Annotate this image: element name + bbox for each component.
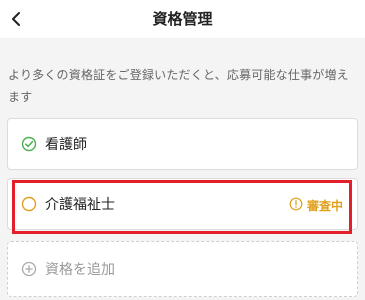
plus-circle-icon xyxy=(21,261,37,277)
add-qualification-button[interactable]: 資格を追加 xyxy=(7,241,358,297)
circle-outline-icon xyxy=(21,196,37,212)
qualification-item-care-worker[interactable]: 介護福祉士 審査中 xyxy=(7,178,358,230)
header-bar: 資格管理 xyxy=(0,0,365,38)
qualification-name: 看護師 xyxy=(45,137,87,153)
check-circle-icon xyxy=(21,136,37,152)
add-qualification-label: 資格を追加 xyxy=(45,262,115,278)
qualification-item-nurse[interactable]: 看護師 xyxy=(7,118,358,170)
status-text: 審査中 xyxy=(306,199,343,213)
registration-notice: より多くの資格証をご登録いただくと、応募可能な仕事が増えます xyxy=(8,68,349,104)
qualification-name: 介護福祉士 xyxy=(45,197,115,213)
page-title: 資格管理 xyxy=(152,10,213,28)
status-badge: 審査中 xyxy=(289,197,343,214)
alert-circle-icon xyxy=(289,197,303,211)
